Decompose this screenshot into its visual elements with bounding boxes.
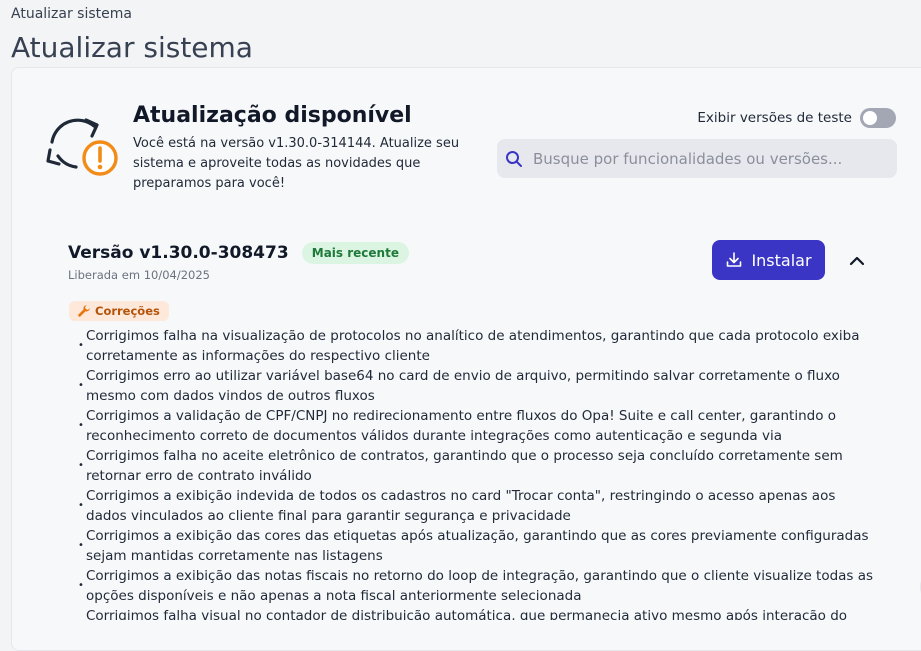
wrench-icon bbox=[78, 305, 90, 317]
search-input[interactable] bbox=[531, 148, 895, 169]
breadcrumb: Atualizar sistema bbox=[11, 6, 132, 22]
current-version-description: Você está na versão v1.30.0-314144. Atua… bbox=[133, 136, 460, 191]
search-icon bbox=[506, 150, 522, 167]
list-item: Corrigimos a validação de CPF/CNPJ no re… bbox=[74, 406, 874, 446]
corrections-tag: Correções bbox=[69, 301, 169, 321]
update-available-title: Atualização disponível bbox=[133, 103, 412, 128]
list-item: Corrigimos a exibição das cores das etiq… bbox=[74, 526, 874, 566]
release-date: Liberada em 10/04/2025 bbox=[68, 268, 210, 282]
update-warning-icon bbox=[46, 118, 118, 176]
test-versions-label: Exibir versões de teste bbox=[697, 110, 852, 126]
latest-badge: Mais recente bbox=[301, 242, 409, 264]
test-versions-toggle[interactable] bbox=[860, 108, 896, 128]
list-item: Corrigimos falha no aceite eletrônico de… bbox=[74, 446, 874, 486]
toggle-knob bbox=[863, 111, 877, 125]
install-label: Instalar bbox=[751, 250, 812, 270]
version-header: Versão v1.30.0-308473 Mais recente bbox=[68, 242, 409, 264]
list-item: Corrigimos erro ao utilizar variável bas… bbox=[74, 366, 874, 406]
list-item: Corrigimos falha visual no contador de d… bbox=[74, 606, 874, 620]
list-item: Corrigimos a exibição indevida de todos … bbox=[74, 486, 874, 526]
corrections-tag-label: Correções bbox=[95, 304, 160, 318]
search-bar bbox=[497, 139, 897, 178]
page-title: Atualizar sistema bbox=[11, 31, 253, 64]
chevron-up-icon[interactable] bbox=[846, 250, 868, 272]
download-icon bbox=[727, 252, 742, 267]
install-button[interactable]: Instalar bbox=[712, 240, 825, 280]
version-title: Versão v1.30.0-308473 bbox=[68, 243, 289, 263]
changes-list: Corrigimos falha na visualização de prot… bbox=[74, 326, 874, 620]
list-item: Corrigimos a exibição das notas fiscais … bbox=[74, 566, 874, 606]
update-card: Atualização disponível Você está na vers… bbox=[11, 67, 921, 651]
test-versions-toggle-row: Exibir versões de teste bbox=[697, 108, 896, 128]
list-item: Corrigimos falha na visualização de prot… bbox=[74, 326, 874, 366]
